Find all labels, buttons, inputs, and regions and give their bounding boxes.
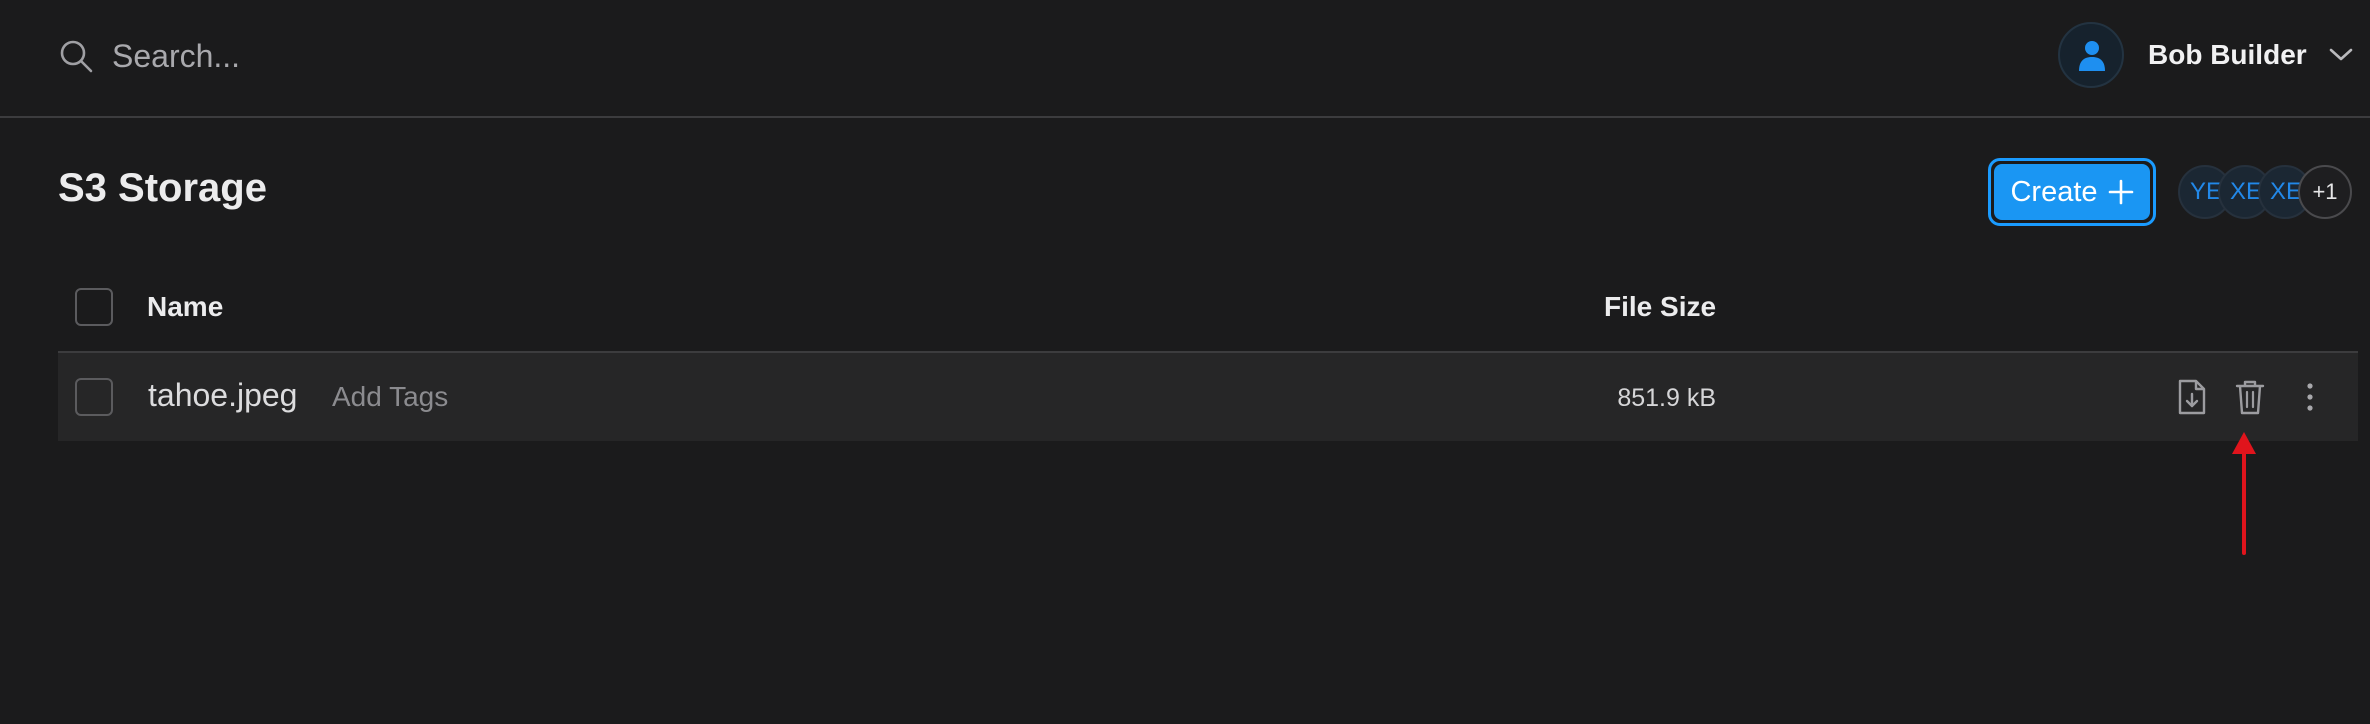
top-bar: Bob Builder: [0, 0, 2370, 118]
user-menu[interactable]: Bob Builder: [2058, 22, 2358, 88]
more-vertical-icon: [2307, 383, 2313, 411]
add-tags-button[interactable]: Add Tags: [332, 381, 448, 413]
delete-button[interactable]: [2230, 377, 2270, 417]
file-download-icon: [2178, 379, 2206, 415]
collaborator-avatars[interactable]: YE XE XE +1: [2178, 165, 2358, 221]
user-icon: [2079, 41, 2105, 71]
file-size: 851.9 kB: [1617, 384, 1716, 412]
plus-icon: [2108, 179, 2133, 205]
download-button[interactable]: [2172, 377, 2212, 417]
search-input[interactable]: [112, 26, 812, 86]
more-options-button[interactable]: [2290, 377, 2330, 417]
create-button-label: Create: [2010, 175, 2098, 208]
create-button[interactable]: Create: [1988, 158, 2156, 226]
table-row[interactable]: tahoe.jpeg Add Tags 851.9 kB: [58, 353, 2358, 441]
file-name[interactable]: tahoe.jpeg: [148, 377, 297, 414]
chevron-down-icon[interactable]: [2328, 44, 2354, 64]
column-header-name[interactable]: Name: [147, 291, 223, 323]
column-header-file-size[interactable]: File Size: [1604, 291, 1716, 323]
select-all-checkbox[interactable]: [75, 288, 113, 326]
search-icon: [60, 40, 93, 73]
page-title: S3 Storage: [58, 166, 267, 210]
trash-icon: [2235, 380, 2265, 415]
red-arrow-icon: [2232, 432, 2256, 555]
user-name: Bob Builder: [2148, 39, 2307, 70]
collaborator-overflow-count[interactable]: +1: [2298, 165, 2352, 219]
row-checkbox[interactable]: [75, 378, 113, 416]
avatar[interactable]: [2058, 22, 2124, 88]
